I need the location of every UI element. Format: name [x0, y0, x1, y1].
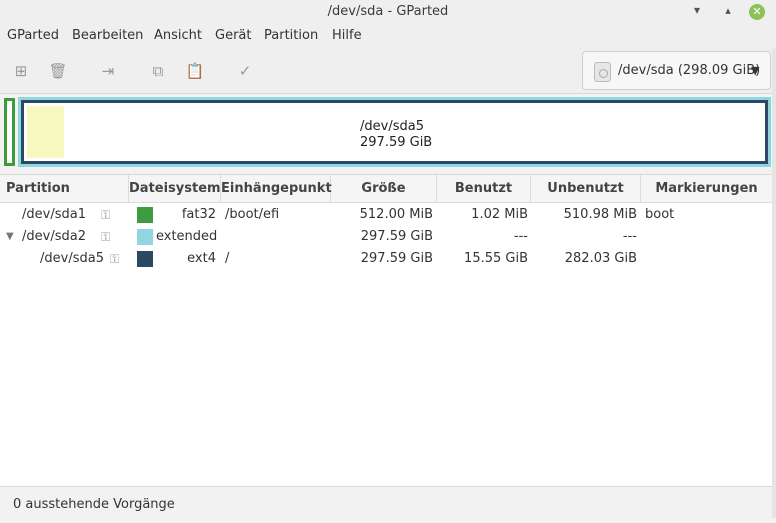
col-unbenutzt[interactable]: Unbenutzt	[531, 175, 641, 203]
table-header: Partition Dateisystem Einhängepunkt Größ…	[0, 175, 776, 203]
cell-unused: 510.98 MiB	[563, 207, 637, 222]
col-markierungen[interactable]: Markierungen	[641, 175, 772, 203]
menu-partition[interactable]: Partition	[264, 24, 318, 48]
new-partition-icon[interactable]: ⊞	[11, 61, 31, 81]
toolbar: ⊞ 🗑 ⇥ ⧉ 📋 ✓ /dev/sda (298.09 GiB) ▼	[0, 48, 776, 94]
key-icon: ⚿	[110, 252, 120, 266]
table-row[interactable]: /dev/sda1 ⚿ fat32 /boot/efi 512.00 MiB 1…	[0, 204, 776, 226]
disk-icon	[594, 62, 611, 82]
resize-icon[interactable]: ⇥	[98, 61, 118, 81]
menu-geraet[interactable]: Gerät	[215, 24, 251, 48]
filesystem-color-swatch	[137, 207, 153, 223]
delete-icon[interactable]: 🗑	[48, 61, 68, 81]
filesystem-color-swatch	[137, 251, 153, 267]
table-row[interactable]: /dev/sda5 ⚿ ext4 / 297.59 GiB 15.55 GiB …	[0, 248, 776, 270]
paste-icon[interactable]: 📋	[185, 61, 205, 81]
status-bar: 0 ausstehende Vorgänge	[0, 486, 776, 518]
partition-table: Partition Dateisystem Einhängepunkt Größ…	[0, 174, 776, 486]
cell-size: 297.59 GiB	[360, 251, 433, 266]
partition-block-sda1[interactable]	[4, 98, 15, 166]
cell-used: ---	[513, 229, 528, 244]
title-bar: /dev/sda - GParted ▾ ▴ ✕	[0, 0, 776, 24]
menu-hilfe[interactable]: Hilfe	[332, 24, 362, 48]
chevron-down-icon: ▼	[751, 64, 760, 77]
cell-size: 297.59 GiB	[360, 229, 433, 244]
window-title: /dev/sda - GParted	[327, 4, 449, 19]
cell-filesystem: fat32	[181, 207, 216, 222]
menu-bearbeiten[interactable]: Bearbeiten	[72, 24, 143, 48]
cell-mountpoint: /	[225, 251, 230, 266]
filesystem-color-swatch	[137, 229, 153, 245]
copy-icon[interactable]: ⧉	[148, 61, 168, 81]
close-icon[interactable]: ✕	[749, 4, 765, 20]
expander-arrow-icon[interactable]: ▼	[6, 226, 14, 248]
cell-used: 1.02 MiB	[471, 207, 528, 222]
key-icon: ⚿	[101, 230, 111, 244]
cell-partition: /dev/sda2	[22, 229, 86, 244]
partition-block-label: /dev/sda5 297.59 GiB	[360, 119, 432, 151]
menu-gparted[interactable]: GParted	[7, 24, 59, 48]
cell-mountpoint: /boot/efi	[225, 207, 280, 222]
apply-icon[interactable]: ✓	[235, 61, 255, 81]
cell-unused: 282.03 GiB	[564, 251, 637, 266]
col-groesse[interactable]: Größe	[331, 175, 437, 203]
cell-partition: /dev/sda5	[40, 251, 104, 266]
cell-flags: boot	[645, 207, 675, 222]
col-partition[interactable]: Partition	[0, 175, 129, 203]
used-space-bar	[27, 106, 64, 158]
col-dateisystem[interactable]: Dateisystem	[129, 175, 221, 203]
cell-size: 512.00 MiB	[359, 207, 433, 222]
partition-block-size: 297.59 GiB	[360, 135, 433, 150]
cell-filesystem: extended	[156, 229, 218, 244]
key-icon: ⚿	[101, 208, 111, 222]
menu-ansicht[interactable]: Ansicht	[154, 24, 202, 48]
cell-filesystem: ext4	[187, 251, 216, 266]
window-edge	[772, 48, 776, 518]
disk-map: /dev/sda5 297.59 GiB	[0, 94, 776, 174]
partition-block-name: /dev/sda5	[360, 119, 424, 134]
cell-unused: ---	[622, 229, 637, 244]
cell-used: 15.55 GiB	[464, 251, 528, 266]
cell-partition: /dev/sda1	[22, 207, 86, 222]
device-selector[interactable]: /dev/sda (298.09 GiB) ▼	[582, 51, 771, 90]
col-einhaengepunkt[interactable]: Einhängepunkt	[221, 175, 332, 203]
table-row[interactable]: ▼ /dev/sda2 ⚿ extended 297.59 GiB --- --…	[0, 226, 776, 248]
menu-bar: GParted Bearbeiten Ansicht Gerät Partiti…	[0, 24, 776, 48]
col-benutzt[interactable]: Benutzt	[437, 175, 531, 203]
minimize-icon[interactable]: ▾	[689, 2, 705, 18]
device-label: /dev/sda (298.09 GiB)	[618, 63, 761, 78]
partition-block-sda5[interactable]: /dev/sda5 297.59 GiB	[21, 100, 768, 164]
maximize-icon[interactable]: ▴	[720, 3, 736, 19]
